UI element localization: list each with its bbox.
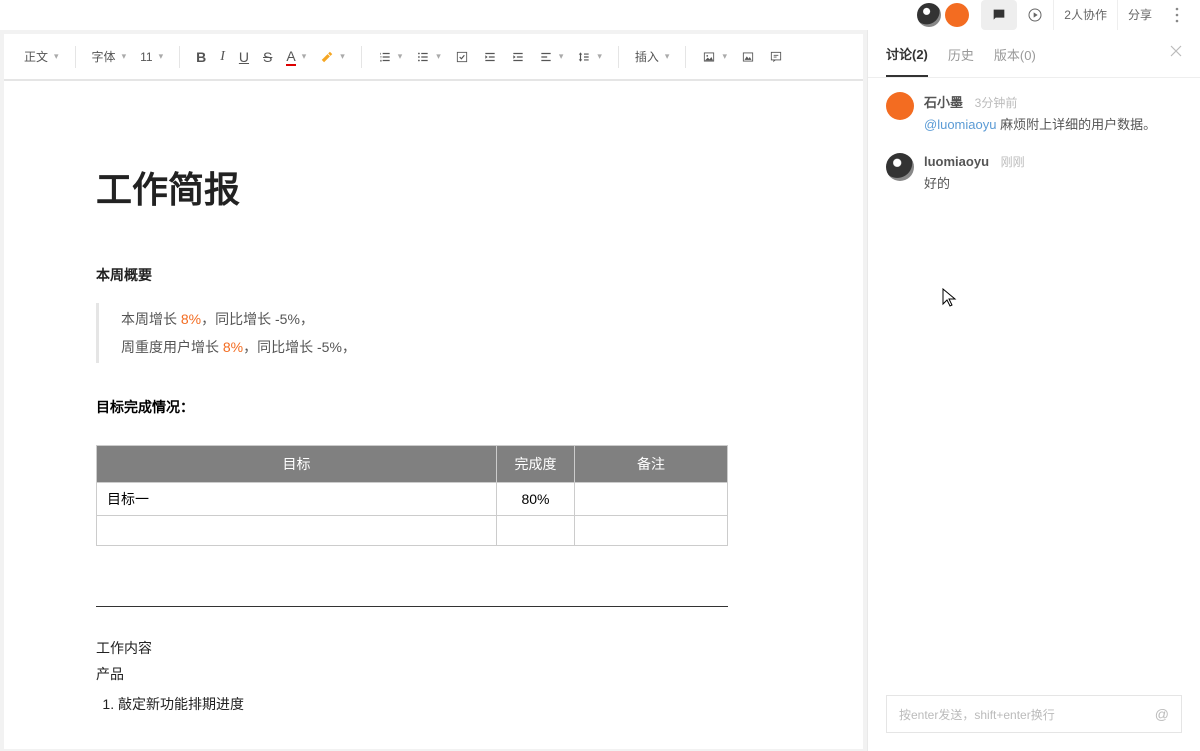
work-list[interactable]: 敲定新功能排期进度 <box>118 691 771 717</box>
annotate-icon <box>769 50 783 64</box>
share-button[interactable]: 分享 <box>1117 0 1162 30</box>
comment-author: 石小墨 <box>924 95 963 110</box>
tab-discuss[interactable]: 讨论(2) <box>886 44 928 77</box>
bold-button[interactable]: B <box>190 43 212 71</box>
table-header-goal: 目标 <box>97 446 497 483</box>
underline-button[interactable]: U <box>233 43 255 71</box>
section-head-goals[interactable]: 目标完成情况： <box>96 397 771 417</box>
align-button[interactable]: ▾ <box>533 44 570 70</box>
bullet-list-button[interactable]: ▾ <box>410 44 447 70</box>
kebab-icon <box>1175 7 1179 23</box>
close-icon <box>1170 45 1182 57</box>
strikethrough-button[interactable]: S <box>257 43 278 71</box>
comment-time: 3分钟前 <box>975 96 1018 110</box>
insert-dropdown[interactable]: 插入▾ <box>629 42 676 71</box>
percent-up-1: 8% <box>181 311 201 327</box>
text-color-button[interactable]: A▾ <box>280 42 312 72</box>
avatar-user-2[interactable] <box>945 3 969 27</box>
comment-item: luomiaoyu 刚刚 好的 <box>886 153 1182 194</box>
outdent-button[interactable] <box>477 44 503 70</box>
indent-button[interactable] <box>505 44 531 70</box>
avatar-user-1[interactable] <box>917 3 941 27</box>
section-head-work[interactable]: 工作内容 <box>96 635 771 661</box>
percent-up-2: 8% <box>223 339 243 355</box>
avatar <box>886 153 914 181</box>
comments-list: 石小墨 3分钟前 @luomiaoyu 麻烦附上详细的用户数据。 luomiao… <box>868 78 1200 685</box>
section-head-overview[interactable]: 本周概要 <box>96 265 771 285</box>
table-row: 目标一 80% <box>97 483 728 516</box>
tab-versions[interactable]: 版本(0) <box>994 45 1036 76</box>
top-bar: 2人协作 分享 <box>0 0 1200 30</box>
play-circle-icon <box>1027 7 1043 23</box>
comment-placeholder: 按enter发送，shift+enter换行 <box>899 706 1055 723</box>
table-button[interactable] <box>735 44 761 70</box>
table-header-notes: 备注 <box>575 446 728 483</box>
chat-bubble-icon <box>991 7 1007 23</box>
comments-toggle-button[interactable] <box>981 0 1017 30</box>
formatting-toolbar: 正文▾ 字体▾ 11▾ B I U S A▾ ▾ ▾ ▾ ▾ ▾ 插入▾ ▾ <box>4 34 863 80</box>
mention[interactable]: @luomiaoyu <box>924 117 996 132</box>
paragraph-style-dropdown[interactable]: 正文▾ <box>18 42 65 71</box>
goals-table[interactable]: 目标 完成度 备注 目标一 80% <box>96 445 728 546</box>
outdent-icon <box>483 50 497 64</box>
checklist-button[interactable] <box>449 44 475 70</box>
comment-time: 刚刚 <box>1001 155 1025 169</box>
table-header-completion: 完成度 <box>497 446 575 483</box>
side-panel: 讨论(2) 历史 版本(0) 石小墨 3分钟前 @luomiaoyu 麻烦附上详… <box>867 30 1200 751</box>
numbered-list-button[interactable]: ▾ <box>372 44 409 70</box>
close-panel-button[interactable] <box>1170 44 1182 62</box>
section-sub-product[interactable]: 产品 <box>96 661 771 687</box>
collaboration-button[interactable]: 2人协作 <box>1053 0 1117 30</box>
italic-button[interactable]: I <box>214 43 231 71</box>
comment-author: luomiaoyu <box>924 154 989 169</box>
align-icon <box>539 50 553 64</box>
comment-text: 好的 <box>924 174 1182 194</box>
divider <box>96 606 728 607</box>
font-family-dropdown[interactable]: 字体▾ <box>86 42 133 71</box>
table-mountain-icon <box>741 50 755 64</box>
line-height-button[interactable]: ▾ <box>571 44 608 70</box>
highlighter-icon <box>320 50 334 64</box>
side-tabs: 讨论(2) 历史 版本(0) <box>868 30 1200 78</box>
percent-down-1: -5% <box>275 311 300 327</box>
table-row <box>97 516 728 546</box>
ordered-list-icon <box>378 50 392 64</box>
image-button[interactable]: ▾ <box>696 44 733 70</box>
line-height-icon <box>577 50 591 64</box>
list-item[interactable]: 敲定新功能排期进度 <box>118 691 771 717</box>
indent-icon <box>511 50 525 64</box>
comment-input[interactable]: 按enter发送，shift+enter换行 @ <box>886 695 1182 733</box>
avatar <box>886 92 914 120</box>
document-title[interactable]: 工作简报 <box>96 161 771 213</box>
comment-item: 石小墨 3分钟前 @luomiaoyu 麻烦附上详细的用户数据。 <box>886 92 1182 135</box>
mention-button[interactable]: @ <box>1155 706 1169 722</box>
font-size-dropdown[interactable]: 11▾ <box>134 44 169 70</box>
checkbox-icon <box>455 50 469 64</box>
highlight-button[interactable]: ▾ <box>314 44 351 70</box>
play-button[interactable] <box>1017 0 1053 30</box>
comment-text: @luomiaoyu 麻烦附上详细的用户数据。 <box>924 115 1182 135</box>
percent-down-2: -5% <box>317 339 342 355</box>
overview-blockquote[interactable]: 本周增长 8%，同比增长 -5%， 周重度用户增长 8%，同比增长 -5%， <box>96 303 771 363</box>
more-menu-button[interactable] <box>1162 7 1192 23</box>
document-page[interactable]: 工作简报 本周概要 本周增长 8%，同比增长 -5%， 周重度用户增长 8%，同… <box>4 80 863 749</box>
image-icon <box>702 50 716 64</box>
comment-button[interactable] <box>763 44 789 70</box>
unordered-list-icon <box>416 50 430 64</box>
editor-column: 正文▾ 字体▾ 11▾ B I U S A▾ ▾ ▾ ▾ ▾ ▾ 插入▾ ▾ <box>0 30 867 751</box>
tab-history[interactable]: 历史 <box>948 45 974 76</box>
